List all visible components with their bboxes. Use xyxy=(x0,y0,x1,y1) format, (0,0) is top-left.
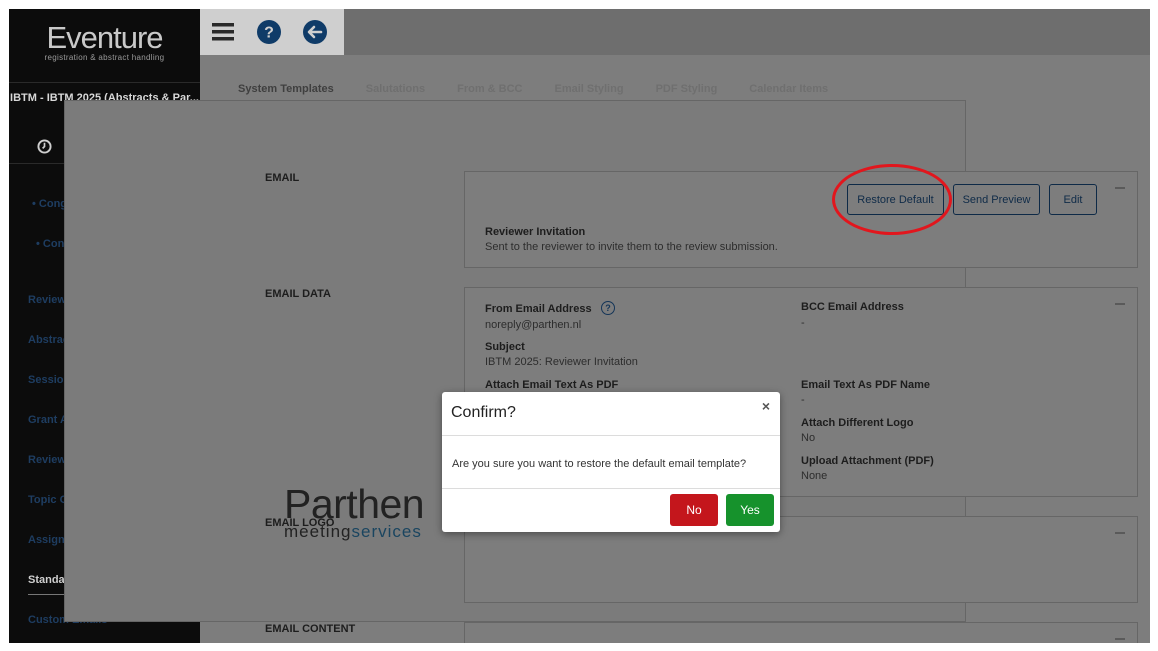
template-description: Sent to the reviewer to invite them to t… xyxy=(485,241,778,253)
different-logo-value: No xyxy=(801,432,816,444)
collapse-icon[interactable] xyxy=(1115,187,1125,189)
bcc-email-label: BCC Email Address xyxy=(801,301,904,313)
confirm-dialog: Confirm? × Are you sure you want to rest… xyxy=(442,392,780,532)
collapse-icon[interactable] xyxy=(1115,303,1125,305)
back-arrow-icon[interactable] xyxy=(292,9,338,55)
email-content-box xyxy=(464,622,1138,643)
top-toolbar: ? xyxy=(200,9,344,55)
dialog-header: Confirm? × xyxy=(442,392,780,436)
subject-value: IBTM 2025: Reviewer Invitation xyxy=(485,356,638,368)
different-logo-label: Attach Different Logo xyxy=(801,417,914,429)
email-content-section-label: EMAIL CONTENT xyxy=(265,623,356,635)
dialog-footer: No Yes xyxy=(442,489,780,533)
attach-pdf-label: Attach Email Text As PDF xyxy=(485,379,619,391)
subject-label: Subject xyxy=(485,341,525,353)
template-name: Reviewer Invitation xyxy=(485,226,586,238)
bcc-email-value: - xyxy=(801,317,805,329)
parthen-logo-tagline: meetingservices xyxy=(284,522,424,542)
collapse-icon[interactable] xyxy=(1115,638,1125,640)
menu-icon[interactable] xyxy=(200,9,246,55)
highlight-circle xyxy=(832,164,952,235)
edit-button[interactable]: Edit xyxy=(1049,184,1097,215)
from-email-label: From Email Address xyxy=(485,303,592,315)
upload-attachment-label: Upload Attachment (PDF) xyxy=(801,455,934,467)
logo-name: Eventure xyxy=(46,20,163,55)
sidebar-divider xyxy=(9,82,200,83)
logo-tagline: registration & abstract handling xyxy=(44,53,165,62)
logo-word-services: services xyxy=(351,522,422,541)
email-section-label: EMAIL xyxy=(265,172,300,184)
yes-button[interactable]: Yes xyxy=(726,494,774,526)
parthen-logo: Parthen meetingservices xyxy=(284,481,425,542)
upload-attachment-value: None xyxy=(801,470,828,482)
top-bar xyxy=(344,9,1150,55)
email-data-section-label: EMAIL DATA xyxy=(265,288,331,300)
logo-word-meeting: meeting xyxy=(284,522,352,541)
parthen-logo-name: Parthen xyxy=(284,481,425,527)
dialog-body: Are you sure you want to restore the def… xyxy=(442,436,780,489)
eventure-logo: Eventure registration & abstract handlin… xyxy=(9,20,200,62)
pdf-name-label: Email Text As PDF Name xyxy=(801,379,930,391)
dialog-title: Confirm? xyxy=(451,404,516,421)
close-icon[interactable]: × xyxy=(762,398,770,414)
app-window: Eventure registration & abstract handlin… xyxy=(9,9,1150,643)
pdf-name-value: - xyxy=(801,394,805,406)
collapse-icon[interactable] xyxy=(1115,532,1125,534)
send-preview-button[interactable]: Send Preview xyxy=(953,184,1040,215)
help-icon[interactable]: ? xyxy=(601,301,615,315)
from-email-value: noreply@parthen.nl xyxy=(485,319,582,331)
clock-icon[interactable] xyxy=(36,137,54,155)
svg-text:?: ? xyxy=(264,25,274,42)
help-icon[interactable]: ? xyxy=(246,9,292,55)
dialog-message: Are you sure you want to restore the def… xyxy=(452,458,747,470)
no-button[interactable]: No xyxy=(670,494,718,526)
